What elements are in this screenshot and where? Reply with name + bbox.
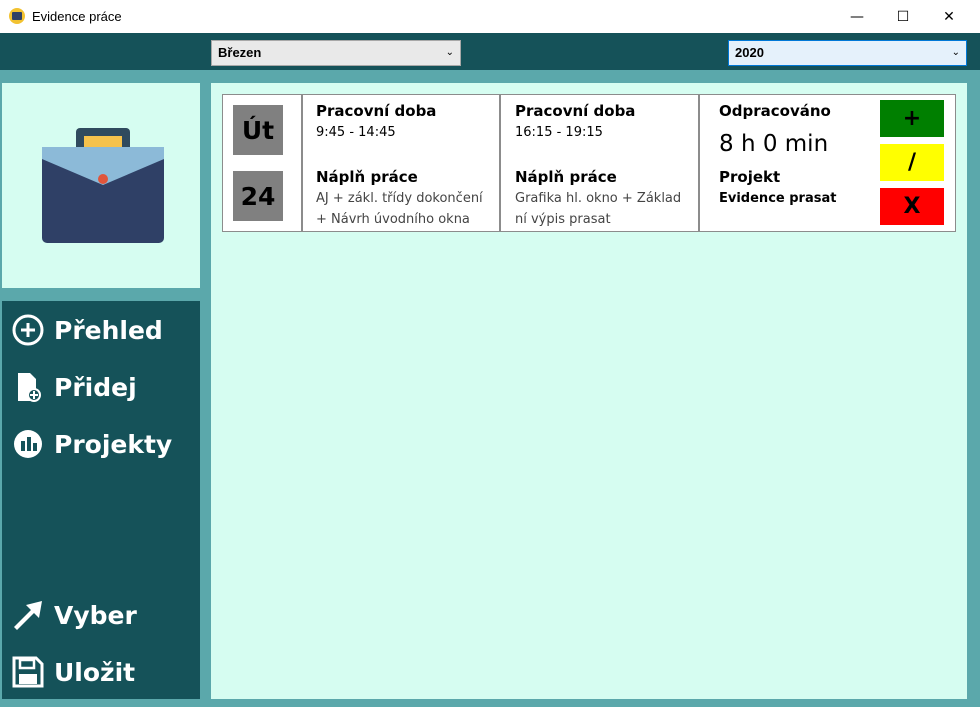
nav-label-overview: Přehled [54, 315, 163, 345]
nav-label-projects: Projekty [54, 429, 173, 459]
nav-item-add[interactable]: Přidej [12, 367, 137, 407]
maximize-button[interactable]: ☐ [880, 0, 926, 33]
project-name: Evidence prasat [719, 191, 837, 206]
chart-circle-icon [12, 428, 44, 460]
maximize-icon: ☐ [896, 8, 910, 25]
month-select-value: Březen [218, 45, 262, 60]
close-icon: ✕ [943, 8, 955, 25]
year-select-value: 2020 [735, 45, 764, 60]
add-record-button[interactable]: + [880, 100, 944, 137]
filter-toolbar: Březen ⌄ 2020 ⌄ [0, 33, 980, 70]
chevron-down-icon: ⌄ [445, 47, 454, 58]
arrow-cursor-icon [12, 599, 44, 631]
file-add-icon [12, 371, 44, 403]
summary-section: Odpracováno 8 h 0 min Projekt Evidence p… [700, 95, 955, 231]
plus-circle-icon [12, 314, 44, 346]
briefcase-logo [42, 128, 164, 243]
shift-1-content: AJ + zákl. třídy dokončení + Návrh úvodn… [316, 191, 483, 227]
nav-item-projects[interactable]: Projekty [12, 424, 172, 464]
nav-item-select[interactable]: Vyber [12, 595, 137, 635]
shift-1-section: Pracovní doba 9:45 - 14:45 Náplň práce A… [303, 95, 501, 231]
nav-label-save: Uložit [54, 657, 136, 687]
logo-panel [2, 83, 200, 288]
worked-value: 8 h 0 min [719, 131, 829, 157]
day-column: Út 24 [223, 95, 303, 231]
shift-2-content: Grafika hl. okno + Základní výpis prasat [515, 191, 682, 227]
chevron-down-icon: ⌄ [951, 47, 960, 58]
nav-item-save[interactable]: Uložit [12, 652, 135, 692]
minimize-button[interactable]: — [834, 0, 880, 33]
edit-record-button[interactable]: / [880, 144, 944, 181]
floppy-disk-icon [12, 656, 44, 688]
title-bar: Evidence práce — ☐ ✕ [0, 0, 980, 33]
project-heading: Projekt [719, 168, 781, 186]
record-card: Út 24 Pracovní doba 9:45 - 14:45 Náplň p… [222, 94, 956, 232]
close-button[interactable]: ✕ [926, 0, 972, 33]
worked-heading: Odpracováno [719, 102, 831, 120]
shift-2-content-heading: Náplň práce [515, 168, 617, 186]
shift-1-heading: Pracovní doba [316, 102, 437, 120]
day-number-badge: 24 [233, 171, 283, 221]
minimize-icon: — [850, 8, 864, 25]
year-select[interactable]: 2020 ⌄ [728, 40, 967, 66]
day-name-badge: Út [233, 105, 283, 155]
window-title: Evidence práce [32, 9, 122, 24]
nav-item-overview[interactable]: Přehled [12, 310, 163, 350]
delete-record-button[interactable]: X [880, 188, 944, 225]
app-icon [9, 8, 25, 24]
nav-label-select: Vyber [54, 600, 137, 630]
shift-1-time: 9:45 - 14:45 [316, 125, 396, 140]
month-select[interactable]: Březen ⌄ [211, 40, 461, 66]
shift-1-content-heading: Náplň práce [316, 168, 418, 186]
nav-label-add: Přidej [54, 372, 137, 402]
shift-2-heading: Pracovní doba [515, 102, 636, 120]
shift-2-section: Pracovní doba 16:15 - 19:15 Náplň práce … [501, 95, 700, 231]
sidebar: Přehled Přidej Projekty Vyber Uložit [2, 301, 200, 699]
shift-2-time: 16:15 - 19:15 [515, 125, 603, 140]
